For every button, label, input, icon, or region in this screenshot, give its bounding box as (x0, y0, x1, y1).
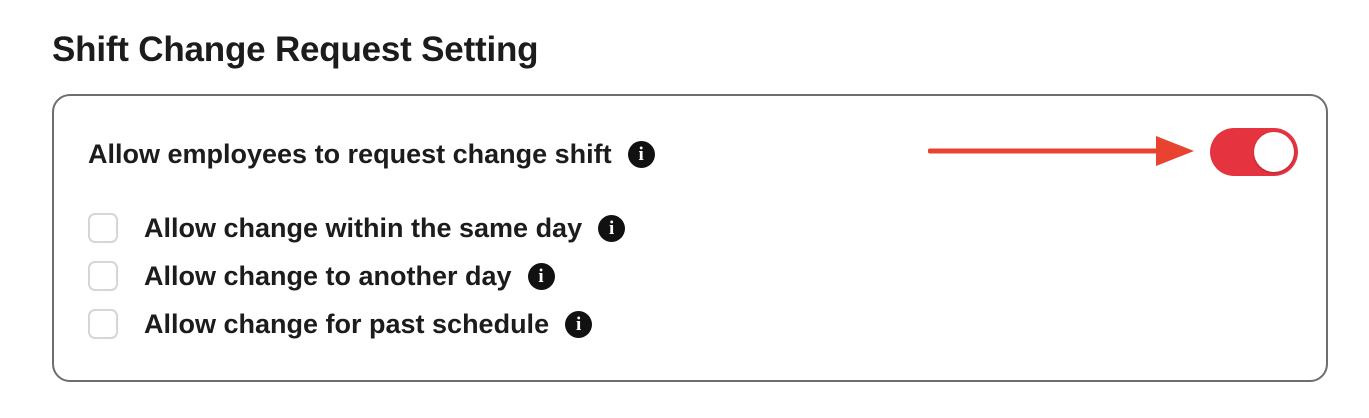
option-row-past-schedule: Allow change for past schedule i (88, 306, 625, 342)
option-row-same-day: Allow change within the same day i (88, 210, 626, 246)
another-day-checkbox[interactable] (88, 261, 118, 291)
past-schedule-checkbox[interactable] (88, 309, 118, 339)
main-setting-label: Allow employees to request change shift (88, 138, 612, 169)
option-row-another-day: Allow change to another day i (88, 258, 625, 294)
annotation-arrow-icon (928, 136, 1194, 166)
option-label: Allow change within the same day (144, 212, 583, 243)
page: Shift Change Request Setting Allow emplo… (0, 0, 1369, 418)
request-change-shift-toggle[interactable] (1210, 128, 1298, 176)
toggle-knob (1254, 132, 1294, 172)
info-icon[interactable]: i (565, 310, 593, 338)
options-list: Allow change within the same day i Allow… (88, 210, 626, 354)
info-icon[interactable]: i (627, 140, 655, 168)
info-icon[interactable]: i (527, 262, 555, 290)
section-title: Shift Change Request Setting (52, 30, 539, 69)
option-label: Allow change for past schedule (144, 308, 550, 339)
option-label: Allow change to another day (144, 260, 512, 291)
info-icon[interactable]: i (598, 214, 626, 242)
same-day-checkbox[interactable] (88, 213, 118, 243)
settings-card: Allow employees to request change shift … (52, 94, 1328, 382)
main-setting-row: Allow employees to request change shift … (88, 134, 655, 174)
